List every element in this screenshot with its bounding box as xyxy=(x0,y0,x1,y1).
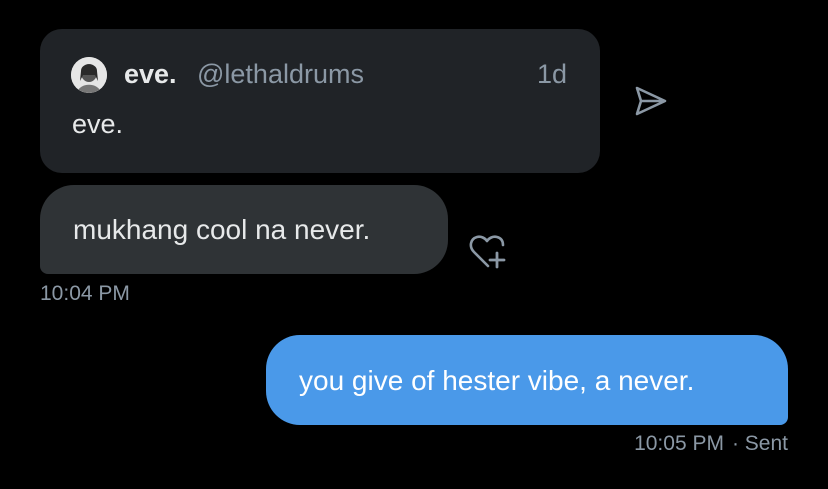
sent-status: · Sent xyxy=(731,432,788,455)
quote-text: eve. xyxy=(72,109,124,139)
quote-author-name: eve. xyxy=(124,59,177,89)
heart-plus-icon[interactable] xyxy=(466,232,512,272)
sent-message-meta: 10:05 PM · Sent xyxy=(634,432,788,456)
received-message-bubble[interactable]: mukhang cool na never. xyxy=(40,185,448,274)
received-message-time: 10:04 PM xyxy=(40,282,130,305)
sent-message-bubble[interactable]: you give of hester vibe, a never. xyxy=(266,335,788,425)
quote-timestamp: 1d xyxy=(536,59,567,89)
avatar[interactable] xyxy=(71,57,107,93)
send-arrow-icon[interactable] xyxy=(632,82,670,120)
received-message-text: mukhang cool na never. xyxy=(73,214,371,245)
quoted-tweet-card[interactable]: eve. @lethaldrums 1d eve. xyxy=(40,29,600,173)
sent-message-time: 10:05 PM xyxy=(634,432,724,455)
quote-author-handle: @lethaldrums xyxy=(197,59,364,89)
sent-message-text: you give of hester vibe, a never. xyxy=(299,365,695,396)
